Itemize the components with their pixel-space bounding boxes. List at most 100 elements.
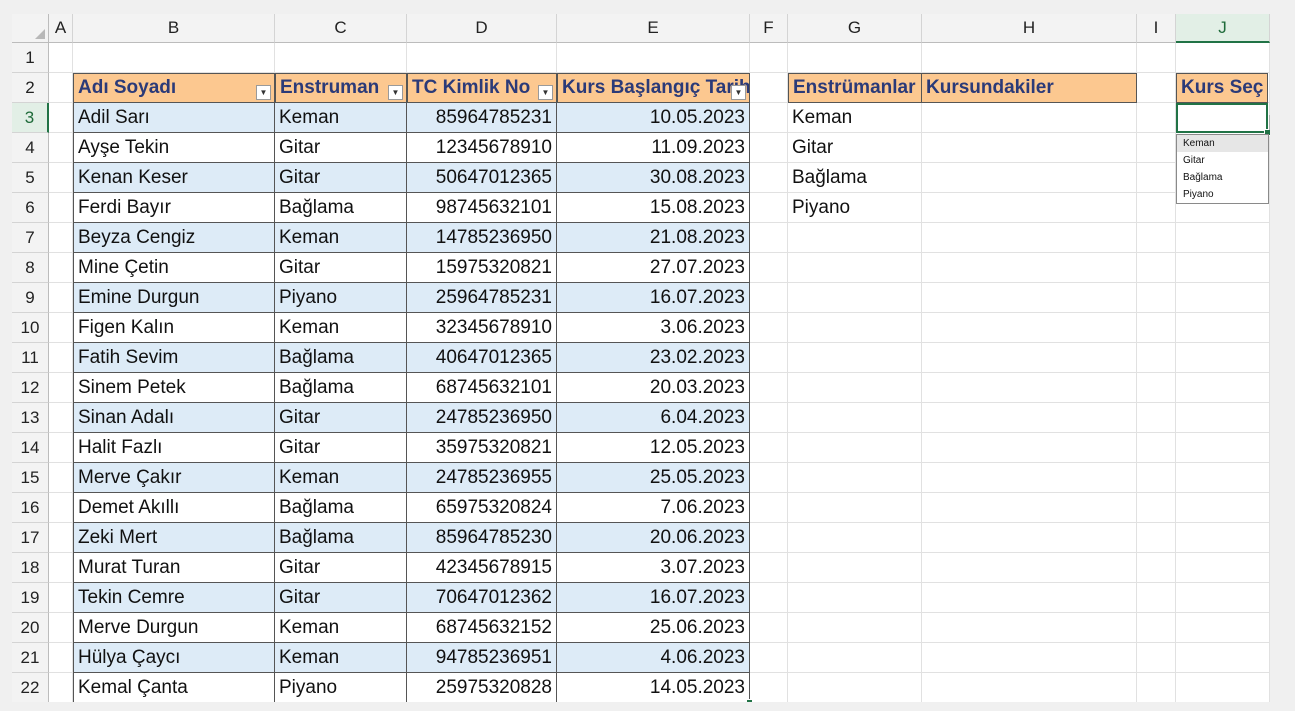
table-cell-tc-no[interactable]: 32345678910 [407, 313, 557, 343]
row-header-3[interactable]: 3 [12, 103, 49, 133]
table-cell-tc-no[interactable]: 65975320824 [407, 493, 557, 523]
table-cell-name[interactable]: Merve Durgun [73, 613, 275, 643]
row-header-2[interactable]: 2 [12, 73, 49, 103]
table-cell-name[interactable]: Fatih Sevim [73, 343, 275, 373]
table-cell-instrument[interactable]: Keman [275, 313, 407, 343]
row-header-6[interactable]: 6 [12, 193, 49, 223]
row-header-11[interactable]: 11 [12, 343, 49, 373]
instrument-list-item[interactable]: Gitar [788, 133, 922, 163]
table-cell-instrument[interactable]: Gitar [275, 133, 407, 163]
instrument-list-item[interactable]: Piyano [788, 193, 922, 223]
table-cell-tc-no[interactable]: 25975320828 [407, 673, 557, 702]
row-header-5[interactable]: 5 [12, 163, 49, 193]
table-cell-tc-no[interactable]: 14785236950 [407, 223, 557, 253]
table-header-name[interactable]: Adı Soyadı ▼ [73, 73, 275, 103]
table-cell-instrument[interactable]: Gitar [275, 163, 407, 193]
table-cell-tc-no[interactable]: 15975320821 [407, 253, 557, 283]
table-cell-name[interactable]: Halit Fazlı [73, 433, 275, 463]
table-cell-start-date[interactable]: 4.06.2023 [557, 643, 750, 673]
table-resize-handle[interactable] [746, 699, 753, 702]
table-cell-tc-no[interactable]: 12345678910 [407, 133, 557, 163]
table-cell-tc-no[interactable]: 24785236955 [407, 463, 557, 493]
table-cell-start-date[interactable]: 14.05.2023 [557, 673, 750, 702]
row-header-21[interactable]: 21 [12, 643, 49, 673]
table-header-instrument[interactable]: Enstruman ▼ [275, 73, 407, 103]
table-cell-start-date[interactable]: 16.07.2023 [557, 283, 750, 313]
table-cell-instrument[interactable]: Keman [275, 463, 407, 493]
table-cell-name[interactable]: Kenan Keser [73, 163, 275, 193]
table-cell-start-date[interactable]: 27.07.2023 [557, 253, 750, 283]
filter-dropdown-icon[interactable]: ▼ [538, 85, 553, 100]
column-header-a[interactable]: A [49, 14, 73, 43]
table-cell-instrument[interactable]: Bağlama [275, 523, 407, 553]
dropdown-option[interactable]: Piyano [1177, 186, 1268, 203]
table-cell-instrument[interactable]: Gitar [275, 433, 407, 463]
table-cell-start-date[interactable]: 10.05.2023 [557, 103, 750, 133]
table-cell-instrument[interactable]: Bağlama [275, 373, 407, 403]
table-cell-name[interactable]: Kemal Çanta [73, 673, 275, 702]
course-select-header[interactable]: Kurs Seç [1176, 73, 1268, 103]
table-cell-tc-no[interactable]: 85964785231 [407, 103, 557, 133]
column-header-e[interactable]: E [557, 14, 750, 43]
table-cell-instrument[interactable]: Keman [275, 103, 407, 133]
table-cell-tc-no[interactable]: 70647012362 [407, 583, 557, 613]
table-cell-start-date[interactable]: 7.06.2023 [557, 493, 750, 523]
table-cell-tc-no[interactable]: 42345678915 [407, 553, 557, 583]
table-cell-start-date[interactable]: 21.08.2023 [557, 223, 750, 253]
table-cell-start-date[interactable]: 20.06.2023 [557, 523, 750, 553]
column-header-c[interactable]: C [275, 14, 407, 43]
table-cell-tc-no[interactable]: 68745632152 [407, 613, 557, 643]
instruments-header[interactable]: Enstrümanlar [788, 73, 922, 103]
table-cell-start-date[interactable]: 12.05.2023 [557, 433, 750, 463]
column-header-b[interactable]: B [73, 14, 275, 43]
table-cell-start-date[interactable]: 6.04.2023 [557, 403, 750, 433]
table-cell-tc-no[interactable]: 35975320821 [407, 433, 557, 463]
table-cell-name[interactable]: Adil Sarı [73, 103, 275, 133]
dropdown-option[interactable]: Gitar [1177, 152, 1268, 169]
table-cell-start-date[interactable]: 23.02.2023 [557, 343, 750, 373]
table-cell-start-date[interactable]: 3.06.2023 [557, 313, 750, 343]
table-cell-name[interactable]: Mine Çetin [73, 253, 275, 283]
table-header-tc-no[interactable]: TC Kimlik No ▼ [407, 73, 557, 103]
table-cell-name[interactable]: Merve Çakır [73, 463, 275, 493]
table-cell-instrument[interactable]: Piyano [275, 283, 407, 313]
table-cell-instrument[interactable]: Keman [275, 643, 407, 673]
column-header-g[interactable]: G [788, 14, 922, 43]
table-cell-start-date[interactable]: 20.03.2023 [557, 373, 750, 403]
table-cell-tc-no[interactable]: 68745632101 [407, 373, 557, 403]
table-cell-start-date[interactable]: 11.09.2023 [557, 133, 750, 163]
table-cell-start-date[interactable]: 25.06.2023 [557, 613, 750, 643]
table-cell-name[interactable]: Ayşe Tekin [73, 133, 275, 163]
row-header-18[interactable]: 18 [12, 553, 49, 583]
table-header-start-date[interactable]: Kurs Başlangıç Tarihi ▼ [557, 73, 750, 103]
table-cell-start-date[interactable]: 16.07.2023 [557, 583, 750, 613]
table-cell-start-date[interactable]: 25.05.2023 [557, 463, 750, 493]
filter-dropdown-icon[interactable]: ▼ [731, 85, 746, 100]
column-header-j[interactable]: J [1176, 14, 1270, 43]
table-cell-name[interactable]: Beyza Cengiz [73, 223, 275, 253]
table-cell-tc-no[interactable]: 85964785230 [407, 523, 557, 553]
table-cell-name[interactable]: Demet Akıllı [73, 493, 275, 523]
table-cell-tc-no[interactable]: 98745632101 [407, 193, 557, 223]
course-dropdown-list[interactable]: Keman Gitar Bağlama Piyano [1176, 134, 1269, 204]
row-header-19[interactable]: 19 [12, 583, 49, 613]
table-cell-name[interactable]: Sinem Petek [73, 373, 275, 403]
table-cell-name[interactable]: Murat Turan [73, 553, 275, 583]
table-cell-start-date[interactable]: 30.08.2023 [557, 163, 750, 193]
table-cell-instrument[interactable]: Gitar [275, 403, 407, 433]
table-cell-instrument[interactable]: Gitar [275, 583, 407, 613]
column-header-d[interactable]: D [407, 14, 557, 43]
table-cell-name[interactable]: Zeki Mert [73, 523, 275, 553]
table-cell-instrument[interactable]: Gitar [275, 553, 407, 583]
row-header-10[interactable]: 10 [12, 313, 49, 343]
table-cell-tc-no[interactable]: 24785236950 [407, 403, 557, 433]
row-header-13[interactable]: 13 [12, 403, 49, 433]
row-header-20[interactable]: 20 [12, 613, 49, 643]
filter-dropdown-icon[interactable]: ▼ [388, 85, 403, 100]
row-header-7[interactable]: 7 [12, 223, 49, 253]
participants-header[interactable]: Kursundakiler [922, 73, 1137, 103]
table-cell-instrument[interactable]: Gitar [275, 253, 407, 283]
table-cell-name[interactable]: Ferdi Bayır [73, 193, 275, 223]
row-header-12[interactable]: 12 [12, 373, 49, 403]
table-cell-instrument[interactable]: Bağlama [275, 343, 407, 373]
